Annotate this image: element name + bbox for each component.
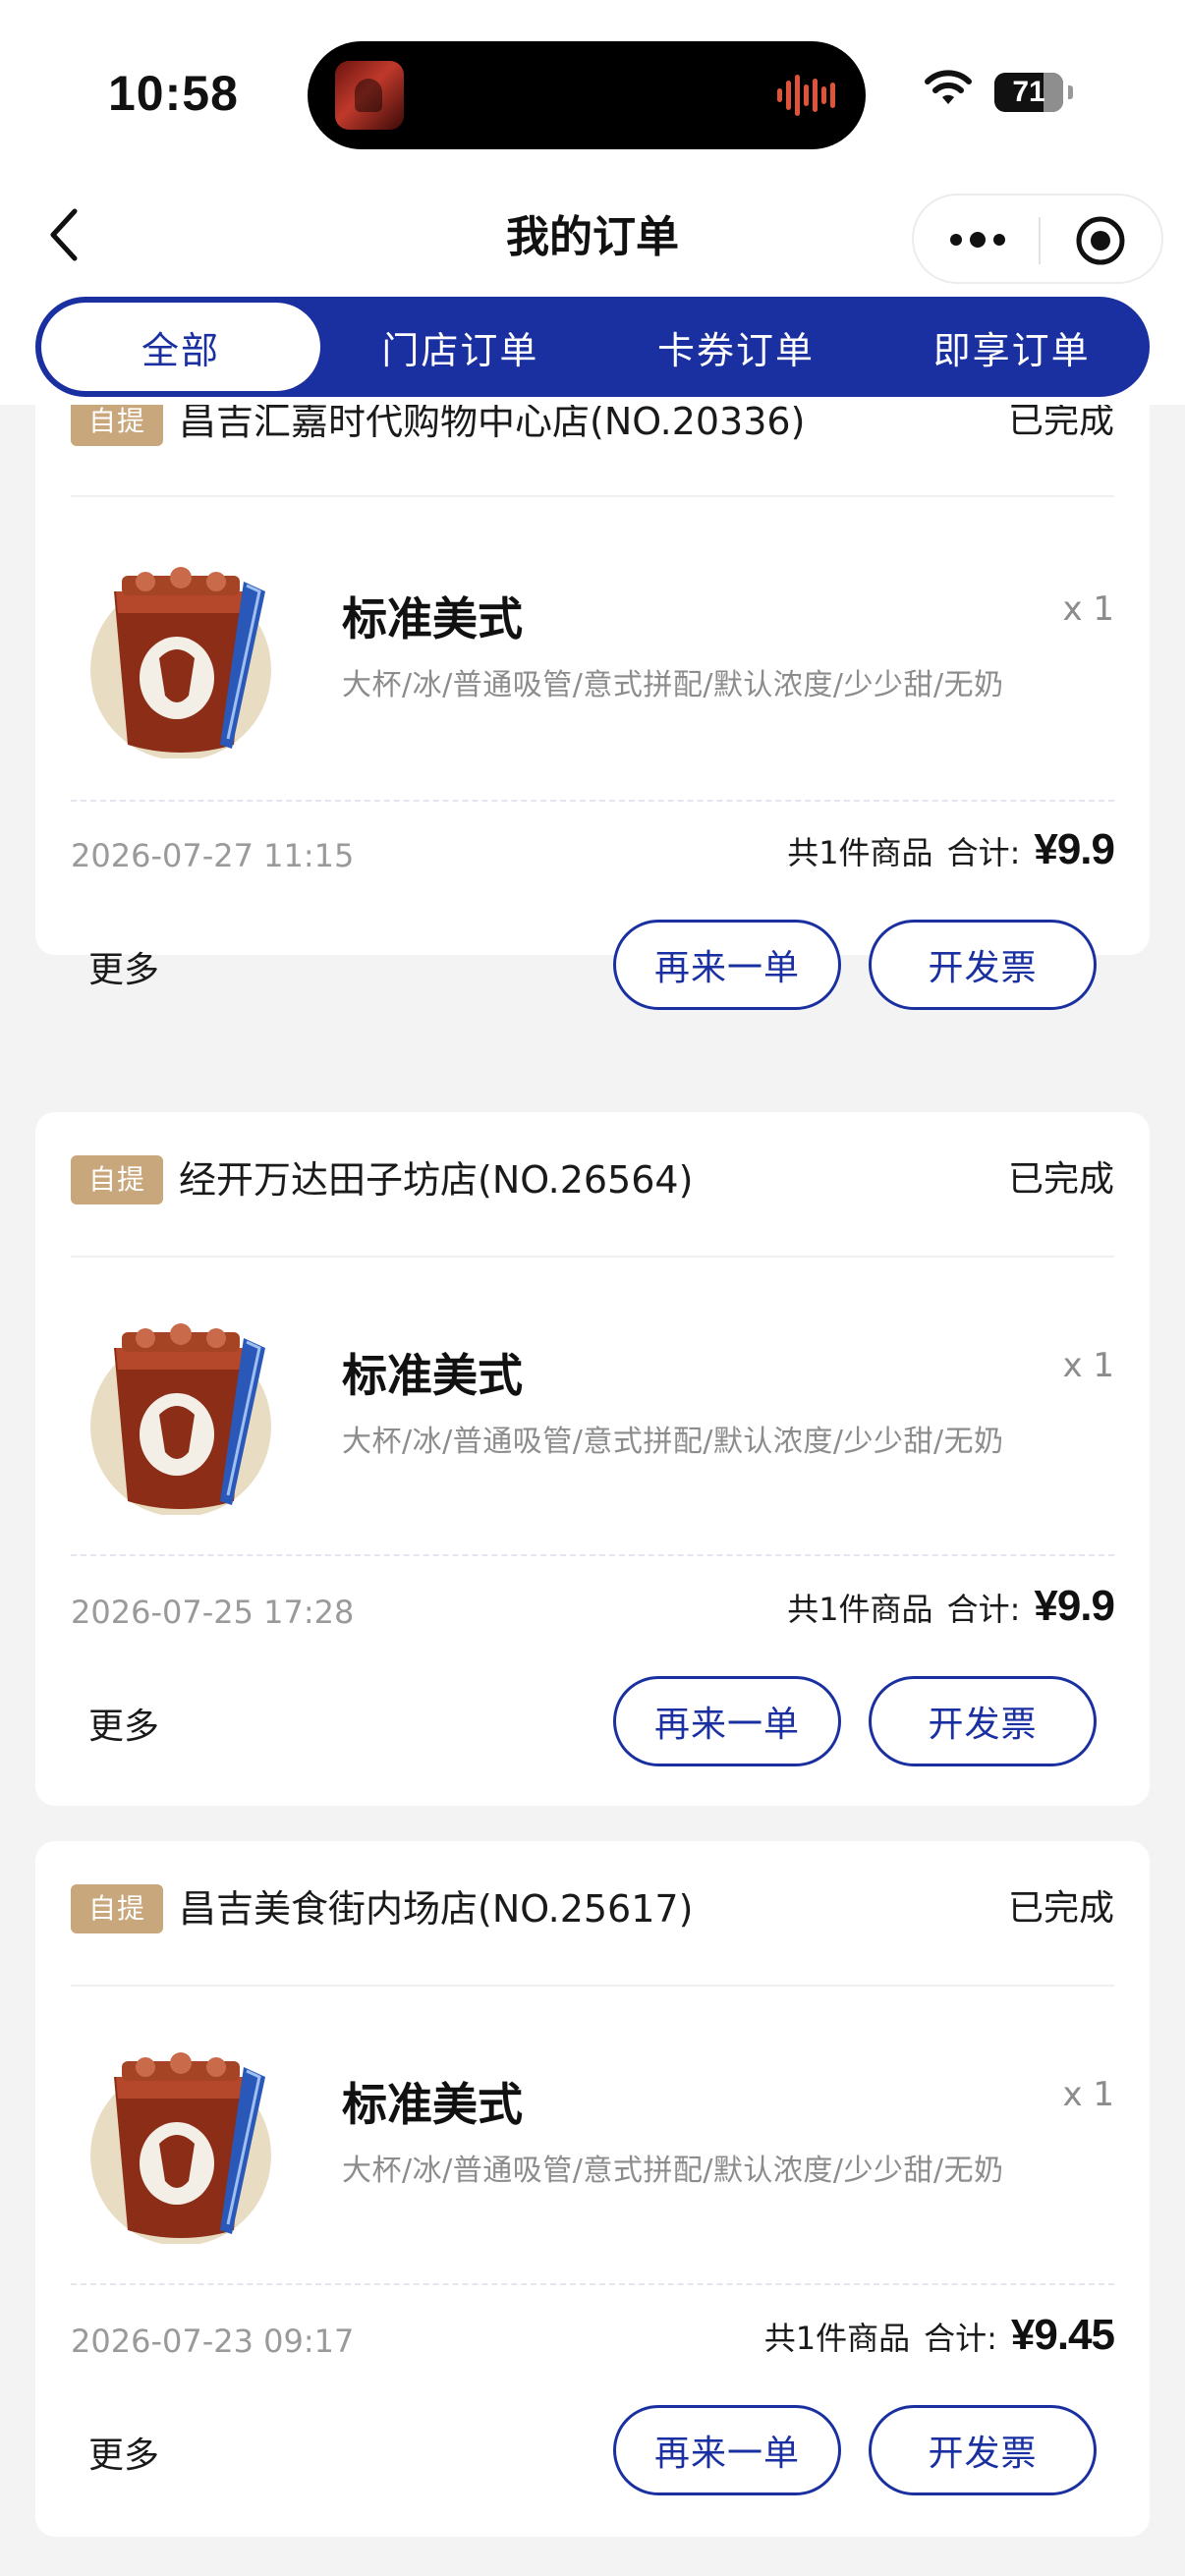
tab-all[interactable]: 全部 <box>41 303 320 391</box>
reorder-button[interactable]: 再来一单 <box>613 2405 841 2495</box>
item-count: 共1件商品 <box>787 834 933 871</box>
tab-coupon-orders[interactable]: 卡券订单 <box>598 297 875 397</box>
reorder-button[interactable]: 再来一单 <box>613 1676 841 1766</box>
tab-instant-orders[interactable]: 即享订单 <box>874 297 1150 397</box>
product-name: 标准美式 <box>342 592 523 645</box>
pickup-tag: 自提 <box>71 1155 163 1204</box>
order-card: 自提 昌吉汇嘉时代购物中心店(NO.20336) 已完成 标准美式 大杯/冰/普… <box>35 405 1150 1010</box>
item-count: 共1件商品 <box>763 2320 911 2357</box>
audio-wave-icon <box>777 75 835 116</box>
pickup-tag: 自提 <box>71 1884 163 1933</box>
order-card: 自提 经开万达田子坊店(NO.26564) 已完成 标准美式 大杯/冰/普通吸管… <box>35 1112 1150 1806</box>
total-price: ¥9.9 <box>1034 1582 1115 1630</box>
product-row[interactable]: 标准美式 大杯/冰/普通吸管/意式拼配/默认浓度/少少甜/无奶 x 1 <box>71 2018 1114 2264</box>
order-total: 共1件商品 合计: ¥9.9 <box>787 825 1115 874</box>
battery-icon: 71 <box>994 73 1073 112</box>
item-count: 共1件商品 <box>787 1591 933 1628</box>
dashed-divider <box>71 2283 1114 2285</box>
wifi-icon <box>925 70 972 104</box>
product-row[interactable]: 标准美式 大杯/冰/普通吸管/意式拼配/默认浓度/少少甜/无奶 x 1 <box>71 532 1114 778</box>
divider <box>71 1985 1114 1987</box>
product-name: 标准美式 <box>342 2078 523 2131</box>
more-dots-icon[interactable] <box>947 223 1008 256</box>
order-time: 2026-07-25 17:28 <box>71 1594 355 1631</box>
more-link[interactable]: 更多 <box>88 1698 159 1749</box>
reorder-button[interactable]: 再来一单 <box>613 920 841 1010</box>
order-list[interactable]: 自提 昌吉汇嘉时代购物中心店(NO.20336) 已完成 标准美式 大杯/冰/普… <box>0 405 1185 2576</box>
product-spec: 大杯/冰/普通吸管/意式拼配/默认浓度/少少甜/无奶 <box>342 1425 1004 1459</box>
order-time: 2026-07-27 11:15 <box>71 837 355 874</box>
status-time: 10:58 <box>108 66 239 121</box>
coffee-cup-icon <box>90 2052 271 2244</box>
pickup-tag: 自提 <box>71 405 163 446</box>
dynamic-island[interactable] <box>308 41 866 149</box>
order-tabs: 全部 门店订单 卡券订单 即享订单 <box>35 297 1150 397</box>
more-link[interactable]: 更多 <box>88 2427 159 2478</box>
dashed-divider <box>71 1554 1114 1556</box>
nav-bar: 我的订单 <box>0 172 1185 300</box>
target-icon[interactable] <box>1075 215 1126 266</box>
total-label: 合计: <box>946 834 1021 871</box>
product-qty: x 1 <box>1062 589 1114 629</box>
tabs-bar: 全部 门店订单 卡券订单 即享订单 <box>0 295 1185 405</box>
order-header: 自提 经开万达田子坊店(NO.26564) 已完成 <box>71 1151 1114 1206</box>
product-qty: x 1 <box>1062 1346 1114 1385</box>
coffee-cup-icon <box>90 1323 271 1515</box>
total-price: ¥9.9 <box>1034 825 1115 873</box>
store-name: 昌吉汇嘉时代购物中心店(NO.20336) <box>179 405 806 443</box>
total-label: 合计: <box>946 1591 1021 1628</box>
dashed-divider <box>71 800 1114 802</box>
coffee-cup-icon <box>90 567 271 758</box>
divider <box>71 1256 1114 1258</box>
now-playing-artwork <box>335 61 404 130</box>
order-card: 自提 昌吉美食街内场店(NO.25617) 已完成 标准美式 大杯/冰/普通吸管… <box>35 1841 1150 2537</box>
product-qty: x 1 <box>1062 2075 1114 2114</box>
order-status: 已完成 <box>1007 405 1114 441</box>
mini-program-capsule <box>912 194 1163 284</box>
product-spec: 大杯/冰/普通吸管/意式拼配/默认浓度/少少甜/无奶 <box>342 668 1004 702</box>
order-total: 共1件商品 合计: ¥9.9 <box>787 1582 1115 1631</box>
product-row[interactable]: 标准美式 大杯/冰/普通吸管/意式拼配/默认浓度/少少甜/无奶 x 1 <box>71 1289 1114 1535</box>
invoice-button[interactable]: 开发票 <box>869 2405 1097 2495</box>
order-total: 共1件商品 合计: ¥9.45 <box>763 2311 1115 2360</box>
invoice-button[interactable]: 开发票 <box>869 1676 1097 1766</box>
total-price: ¥9.45 <box>1010 2311 1115 2359</box>
status-bar: 10:58 71 <box>0 0 1185 172</box>
more-link[interactable]: 更多 <box>88 941 159 992</box>
store-name: 昌吉美食街内场店(NO.25617) <box>179 1887 694 1931</box>
product-name: 标准美式 <box>342 1349 523 1402</box>
tab-store-orders[interactable]: 门店订单 <box>322 297 598 397</box>
order-header: 自提 昌吉美食街内场店(NO.25617) 已完成 <box>71 1880 1114 1935</box>
store-name: 经开万达田子坊店(NO.26564) <box>179 1158 694 1202</box>
order-status: 已完成 <box>1007 1888 1114 1929</box>
total-label: 合计: <box>924 2320 997 2357</box>
divider <box>71 495 1114 497</box>
order-header: 自提 昌吉汇嘉时代购物中心店(NO.20336) 已完成 <box>71 405 1114 448</box>
product-spec: 大杯/冰/普通吸管/意式拼配/默认浓度/少少甜/无奶 <box>342 2154 1004 2188</box>
order-time: 2026-07-23 09:17 <box>71 2323 355 2360</box>
capsule-divider <box>1039 217 1041 264</box>
order-status: 已完成 <box>1007 1159 1114 1200</box>
battery-level: 71 <box>1012 76 1045 108</box>
invoice-button[interactable]: 开发票 <box>869 920 1097 1010</box>
